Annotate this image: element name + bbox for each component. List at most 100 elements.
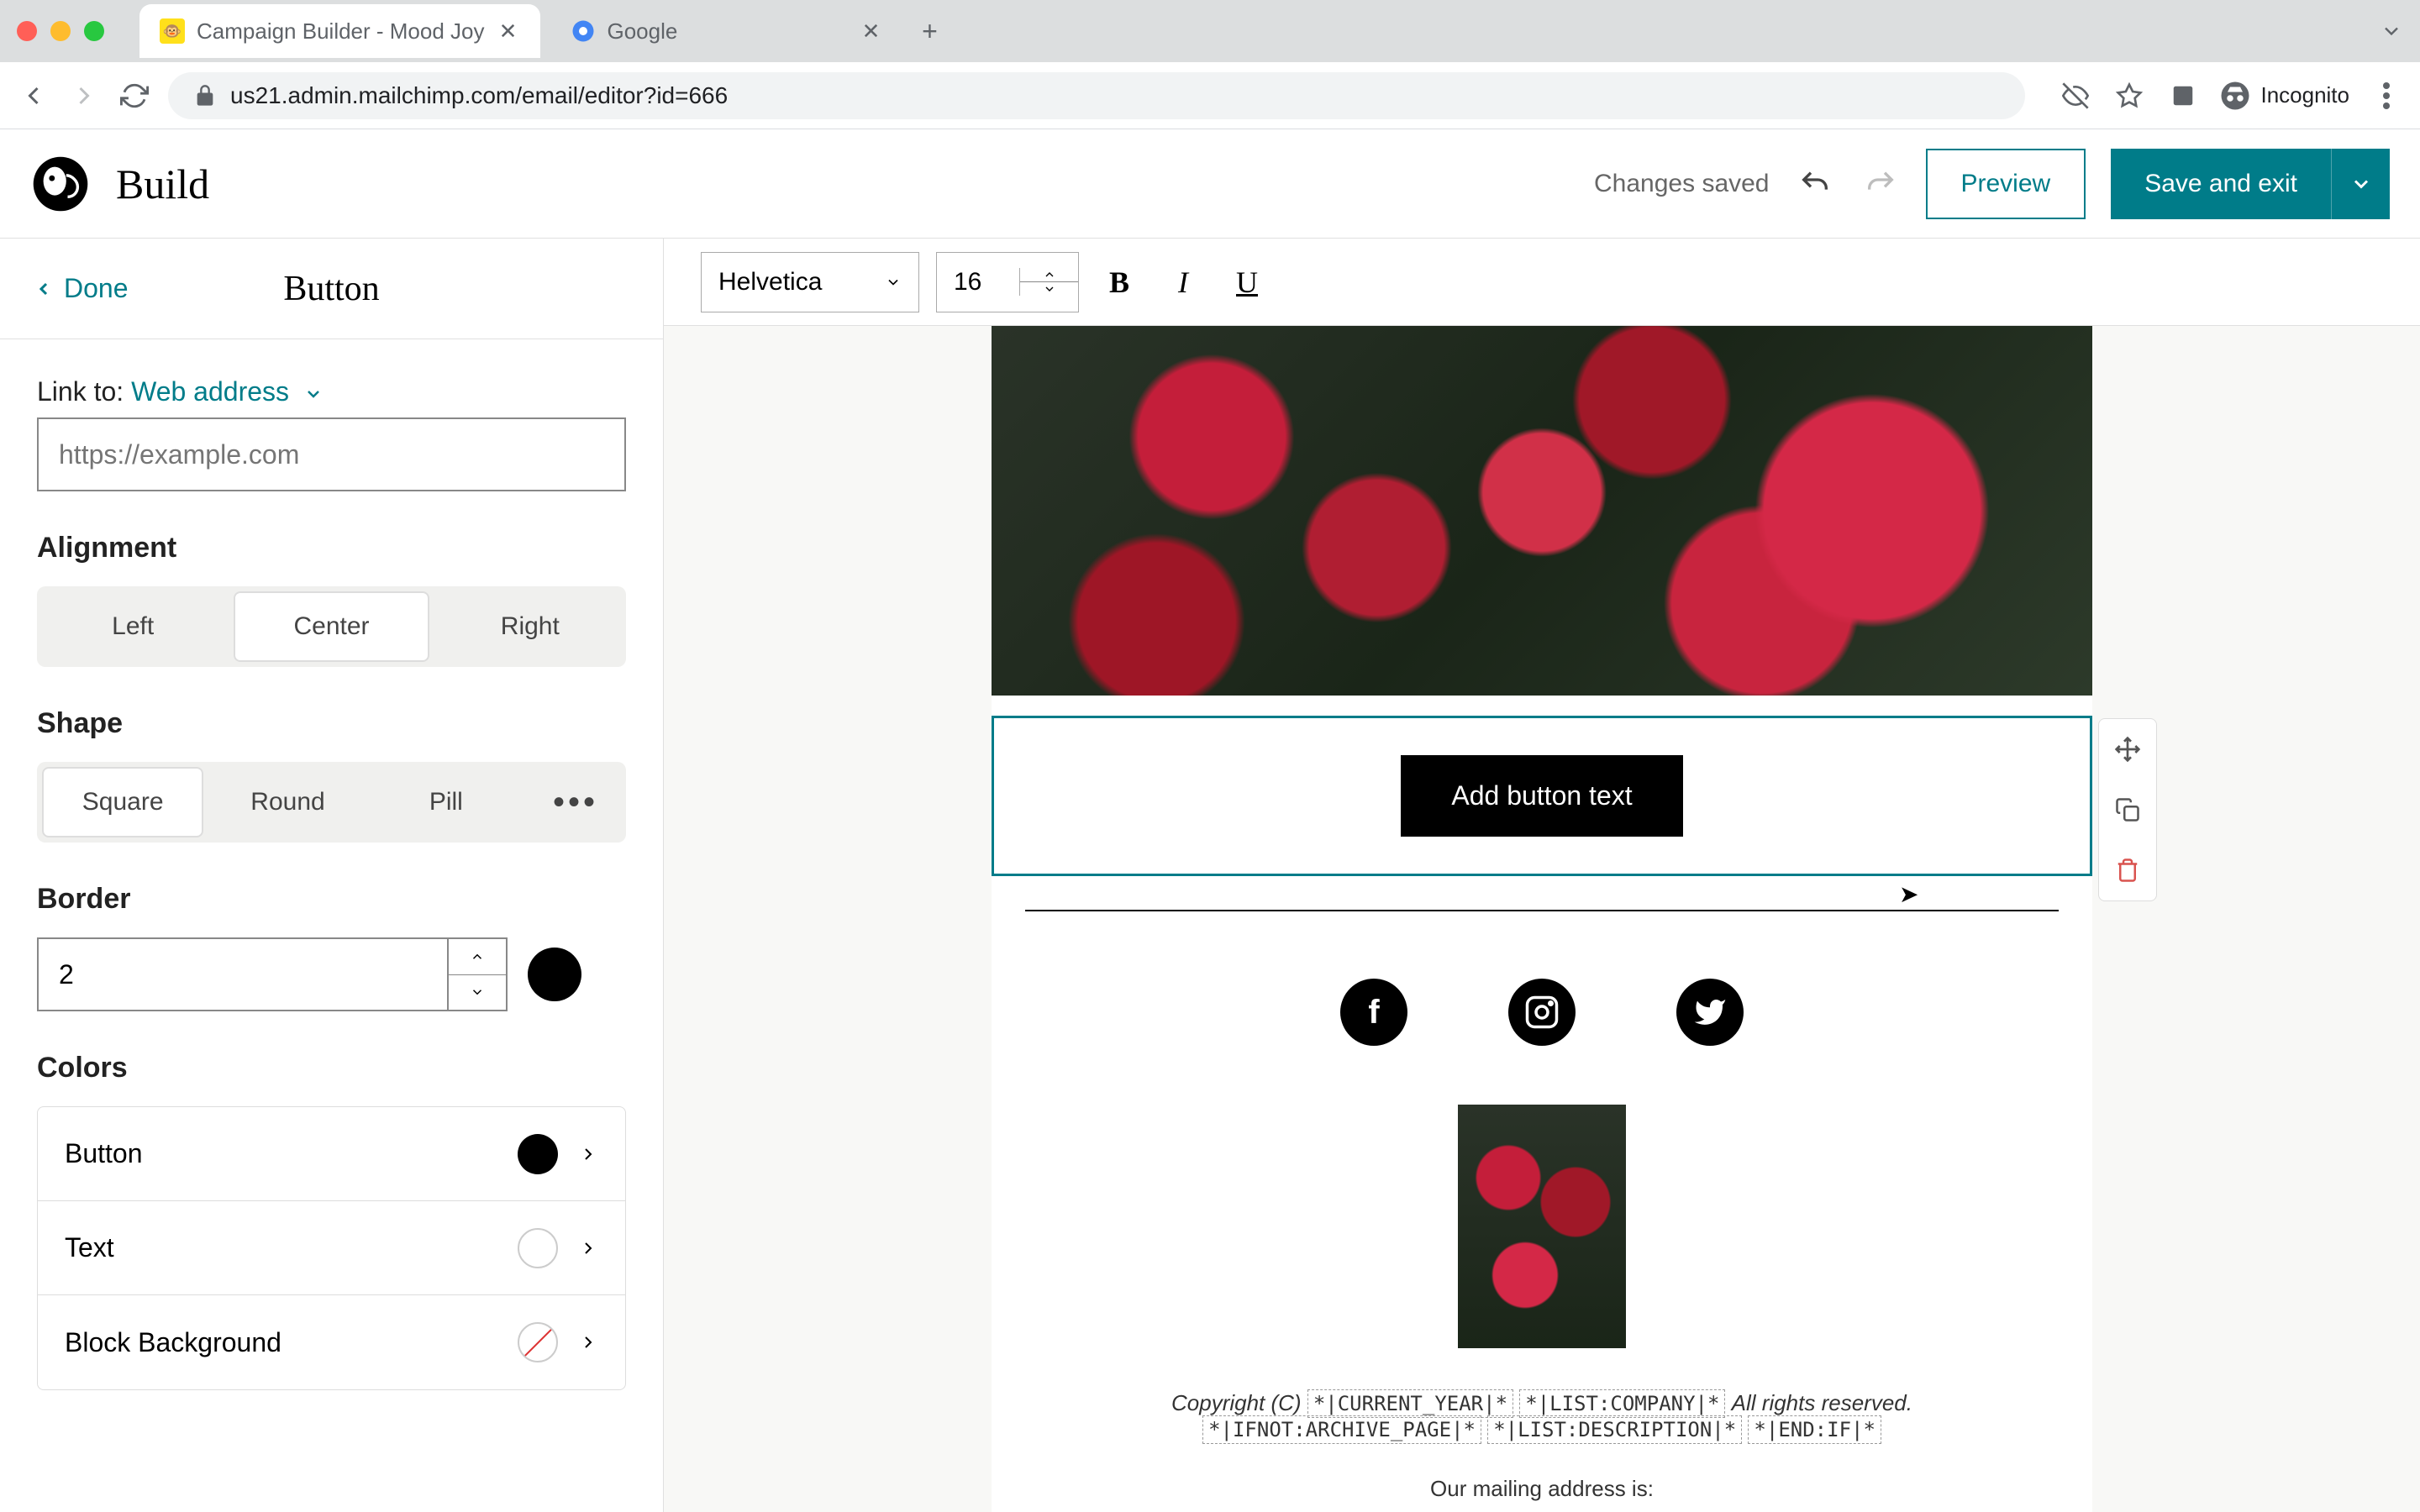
align-right-option[interactable]: Right bbox=[434, 586, 626, 667]
shape-control: Square Round Pill ••• bbox=[37, 762, 626, 843]
italic-button[interactable]: I bbox=[1160, 259, 1207, 306]
font-family-select[interactable]: Helvetica bbox=[701, 252, 919, 312]
colors-label: Colors bbox=[37, 1052, 626, 1084]
email-canvas[interactable]: Add button text bbox=[664, 326, 2420, 1512]
facebook-icon[interactable]: f bbox=[1340, 979, 1407, 1046]
shape-pill-option[interactable]: Pill bbox=[367, 762, 525, 843]
forward-button[interactable] bbox=[67, 79, 101, 113]
new-tab-button[interactable]: + bbox=[913, 14, 947, 48]
panel-title: Button bbox=[283, 269, 379, 309]
app-header: Build Changes saved Preview Save and exi… bbox=[0, 129, 2420, 239]
color-text-label: Text bbox=[65, 1232, 114, 1263]
chevron-right-icon bbox=[578, 1238, 598, 1258]
page-title: Build bbox=[116, 160, 209, 208]
url-input[interactable] bbox=[37, 417, 626, 491]
mailchimp-logo[interactable] bbox=[30, 154, 91, 214]
font-size-value: 16 bbox=[937, 268, 1019, 297]
sidebar-panel: Done Button Link to: Web address Alignme… bbox=[0, 239, 664, 1512]
done-label: Done bbox=[64, 273, 129, 304]
chevron-left-icon bbox=[34, 279, 54, 299]
alignment-control: Left Center Right bbox=[37, 586, 626, 667]
border-increase-button[interactable] bbox=[449, 939, 506, 975]
tab-favicon: 🐵 bbox=[160, 18, 185, 44]
color-swatch-white bbox=[518, 1228, 558, 1268]
incognito-indicator[interactable]: Incognito bbox=[2220, 81, 2349, 111]
browser-tab-active[interactable]: 🐵 Campaign Builder - Mood Joy ✕ bbox=[139, 4, 540, 58]
redo-button[interactable] bbox=[1860, 164, 1901, 204]
lock-icon bbox=[193, 84, 217, 108]
divider-block[interactable] bbox=[1025, 910, 2059, 911]
button-block-selected[interactable]: Add button text bbox=[992, 716, 2092, 876]
twitter-icon[interactable] bbox=[1676, 979, 1744, 1046]
bookmark-button[interactable] bbox=[2112, 79, 2146, 113]
social-block[interactable]: f bbox=[992, 945, 2092, 1079]
color-button-row[interactable]: Button bbox=[38, 1107, 625, 1201]
merge-tag-company: *|LIST:COMPANY|* bbox=[1519, 1389, 1725, 1418]
border-width-input[interactable]: 2 bbox=[37, 937, 508, 1011]
back-button[interactable] bbox=[17, 79, 50, 113]
alignment-label: Alignment bbox=[37, 532, 626, 564]
instagram-icon[interactable] bbox=[1508, 979, 1576, 1046]
chevron-down-icon bbox=[885, 274, 902, 291]
move-block-button[interactable] bbox=[2099, 719, 2156, 780]
font-size-increase-button[interactable] bbox=[1020, 268, 1078, 282]
hero-image[interactable] bbox=[992, 326, 2092, 696]
chevron-down-icon bbox=[303, 384, 324, 404]
incognito-icon bbox=[2220, 81, 2250, 111]
bold-button[interactable]: B bbox=[1096, 259, 1143, 306]
reload-button[interactable] bbox=[118, 79, 151, 113]
merge-tag-desc: *|LIST:DESCRIPTION|* bbox=[1487, 1415, 1742, 1444]
underline-button[interactable]: U bbox=[1223, 259, 1270, 306]
align-center-option[interactable]: Center bbox=[234, 591, 429, 662]
delete-block-button[interactable] bbox=[2099, 840, 2156, 900]
window-controls bbox=[17, 21, 104, 41]
font-size-decrease-button[interactable] bbox=[1020, 282, 1078, 296]
font-size-input[interactable]: 16 bbox=[936, 252, 1079, 312]
done-button[interactable]: Done bbox=[34, 273, 129, 304]
footer-image[interactable] bbox=[1458, 1105, 1626, 1348]
duplicate-block-button[interactable] bbox=[2099, 780, 2156, 840]
chevron-right-icon bbox=[578, 1332, 598, 1352]
merge-tag-endif: *|END:IF|* bbox=[1748, 1415, 1881, 1444]
border-value: 2 bbox=[39, 939, 447, 1010]
shape-label: Shape bbox=[37, 707, 626, 740]
font-family-value: Helvetica bbox=[718, 268, 822, 297]
maximize-window-button[interactable] bbox=[84, 21, 104, 41]
save-and-exit-button[interactable]: Save and exit bbox=[2111, 149, 2331, 219]
tabs-overflow-button[interactable] bbox=[2380, 19, 2403, 43]
eye-off-icon[interactable] bbox=[2059, 79, 2092, 113]
shape-more-button[interactable]: ••• bbox=[525, 762, 626, 843]
chevron-right-icon bbox=[578, 1144, 598, 1164]
shape-round-option[interactable]: Round bbox=[208, 762, 366, 843]
color-button-label: Button bbox=[65, 1138, 143, 1169]
tab-title: Google bbox=[608, 18, 678, 45]
email-button[interactable]: Add button text bbox=[1401, 755, 1682, 837]
browser-titlebar: 🐵 Campaign Builder - Mood Joy ✕ Google ✕… bbox=[0, 0, 2420, 62]
color-background-row[interactable]: Block Background bbox=[38, 1295, 625, 1389]
shape-square-option[interactable]: Square bbox=[42, 767, 203, 837]
browser-toolbar: us21.admin.mailchimp.com/email/editor?id… bbox=[0, 62, 2420, 129]
align-left-option[interactable]: Left bbox=[37, 586, 229, 667]
link-type: Web address bbox=[131, 376, 289, 407]
color-swatch-black bbox=[518, 1134, 558, 1174]
border-color-swatch[interactable] bbox=[528, 948, 581, 1001]
color-swatch-transparent bbox=[518, 1322, 558, 1362]
minimize-window-button[interactable] bbox=[50, 21, 71, 41]
browser-tab[interactable]: Google ✕ bbox=[550, 4, 903, 58]
undo-button[interactable] bbox=[1795, 164, 1835, 204]
extensions-button[interactable] bbox=[2166, 79, 2200, 113]
close-tab-button[interactable]: ✕ bbox=[497, 19, 520, 43]
preview-button[interactable]: Preview bbox=[1926, 149, 2086, 219]
google-icon bbox=[571, 18, 596, 44]
save-dropdown-button[interactable] bbox=[2331, 149, 2390, 219]
footer-copyright[interactable]: Copyright (C) *|CURRENT_YEAR|* *|LIST:CO… bbox=[992, 1373, 2092, 1459]
close-window-button[interactable] bbox=[17, 21, 37, 41]
url-text: us21.admin.mailchimp.com/email/editor?id… bbox=[230, 82, 728, 109]
browser-menu-button[interactable] bbox=[2370, 79, 2403, 113]
color-text-row[interactable]: Text bbox=[38, 1201, 625, 1295]
link-to-row[interactable]: Link to: Web address bbox=[37, 376, 626, 407]
address-bar[interactable]: us21.admin.mailchimp.com/email/editor?id… bbox=[168, 72, 2025, 119]
merge-tag-year: *|CURRENT_YEAR|* bbox=[1307, 1389, 1513, 1418]
border-decrease-button[interactable] bbox=[449, 975, 506, 1011]
close-tab-button[interactable]: ✕ bbox=[860, 19, 883, 43]
